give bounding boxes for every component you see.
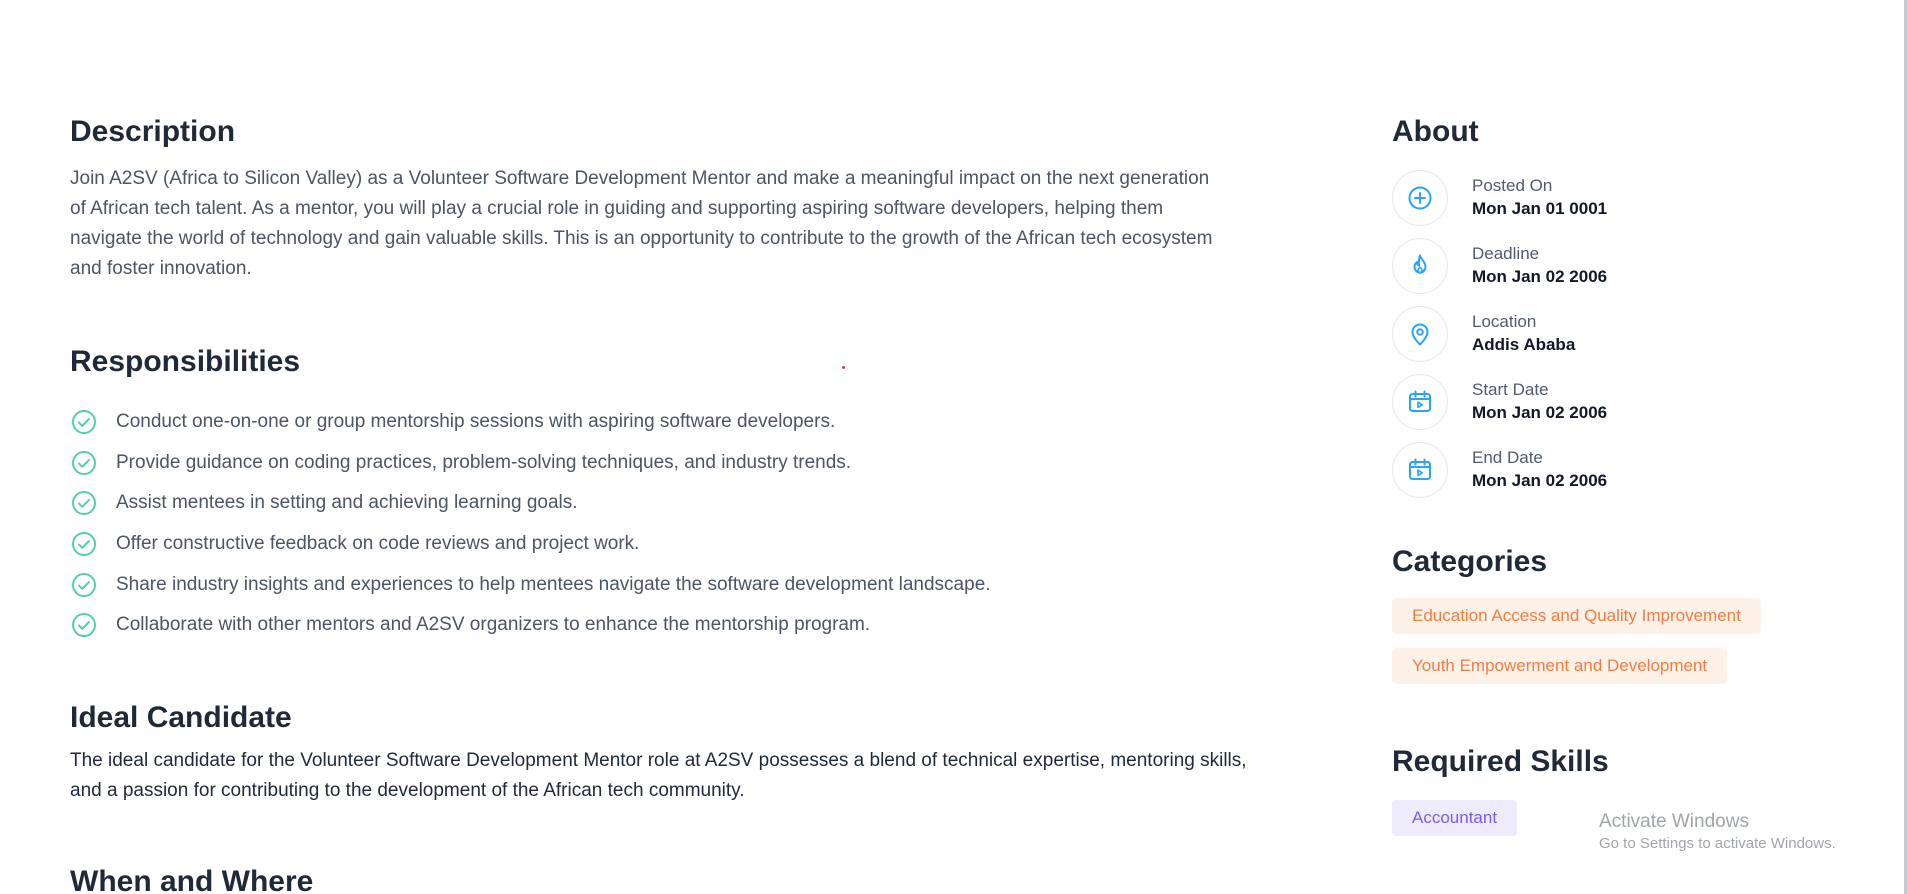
check-circle-icon — [70, 530, 98, 558]
calendar-icon — [1392, 442, 1448, 498]
watermark-line1: Activate Windows — [1599, 811, 1749, 832]
check-circle-icon — [70, 611, 98, 639]
check-circle-icon — [70, 571, 98, 599]
location-pin-icon — [1392, 306, 1448, 362]
calendar-icon — [1392, 374, 1448, 430]
when-and-where-title: When and Where — [70, 864, 314, 894]
about-item-end-date: End Date Mon Jan 02 2006 — [1392, 436, 1832, 504]
about-value: Mon Jan 02 2006 — [1472, 267, 1608, 286]
windows-activation-watermark: Activate Windows Go to Settings to activ… — [1599, 810, 1836, 854]
categories-list: Education Access and Quality Improvement… — [1392, 598, 1832, 698]
responsibilities-list: Conduct one-on-one or group mentorship s… — [70, 402, 1240, 646]
responsibility-text: Offer constructive feedback on code revi… — [116, 533, 640, 555]
about-item-location: Location Addis Ababa — [1392, 300, 1832, 368]
job-detail-page: Description Join A2SV (Africa to Silicon… — [0, 0, 1907, 894]
stray-dot — [842, 366, 845, 369]
about-list: Posted On Mon Jan 01 0001 Deadline Mon J… — [1392, 164, 1832, 504]
responsibility-text: Share industry insights and experiences … — [116, 573, 991, 595]
category-chip[interactable]: Education Access and Quality Improvement — [1392, 598, 1761, 634]
responsibility-text: Conduct one-on-one or group mentorship s… — [116, 411, 836, 433]
ideal-candidate-title: Ideal Candidate — [70, 700, 292, 734]
watermark-line2: Go to Settings to activate Windows. — [1599, 835, 1836, 852]
fire-icon — [1392, 238, 1448, 294]
responsibility-text: Provide guidance on coding practices, pr… — [116, 451, 852, 473]
about-value: Mon Jan 02 2006 — [1472, 403, 1608, 422]
check-circle-icon — [70, 449, 98, 477]
description-text: Join A2SV (Africa to Silicon Valley) as … — [70, 168, 1213, 279]
sidebar: About Posted On Mon Jan 01 0001 Deadline… — [1392, 112, 1832, 850]
list-item: Assist mentees in setting and achieving … — [70, 483, 1240, 524]
about-label: Location — [1472, 312, 1537, 331]
about-label: Deadline — [1472, 244, 1540, 263]
about-value: Mon Jan 02 2006 — [1472, 471, 1608, 490]
main-content: Description Join A2SV (Africa to Silicon… — [70, 112, 1247, 894]
responsibilities-title: Responsibilities — [70, 345, 301, 378]
plus-circle-icon — [1392, 170, 1448, 226]
required-skills-title: Required Skills — [1392, 745, 1609, 778]
about-label: Posted On — [1472, 176, 1553, 195]
categories-title: Categories — [1392, 545, 1548, 578]
about-value: Addis Ababa — [1472, 335, 1576, 354]
responsibility-text: Collaborate with other mentors and A2SV … — [116, 614, 871, 636]
about-title: About — [1392, 115, 1479, 148]
ideal-candidate-text: The ideal candidate for the Volunteer So… — [70, 749, 1247, 801]
category-chip[interactable]: Youth Empowerment and Development — [1392, 648, 1728, 684]
list-item: Provide guidance on coding practices, pr… — [70, 443, 1240, 484]
list-item: Share industry insights and experiences … — [70, 564, 1240, 605]
check-circle-icon — [70, 408, 98, 436]
responsibility-text: Assist mentees in setting and achieving … — [116, 492, 578, 514]
about-value: Mon Jan 01 0001 — [1472, 199, 1608, 218]
about-label: Start Date — [1472, 380, 1549, 399]
list-item: Offer constructive feedback on code revi… — [70, 524, 1240, 565]
skill-chip[interactable]: Accountant — [1392, 800, 1518, 836]
list-item: Conduct one-on-one or group mentorship s… — [70, 402, 1240, 443]
about-item-posted-on: Posted On Mon Jan 01 0001 — [1392, 164, 1832, 232]
about-item-deadline: Deadline Mon Jan 02 2006 — [1392, 232, 1832, 300]
check-circle-icon — [70, 489, 98, 517]
description-title: Description — [70, 115, 236, 148]
about-item-start-date: Start Date Mon Jan 02 2006 — [1392, 368, 1832, 436]
list-item: Collaborate with other mentors and A2SV … — [70, 605, 1240, 646]
about-label: End Date — [1472, 448, 1543, 467]
